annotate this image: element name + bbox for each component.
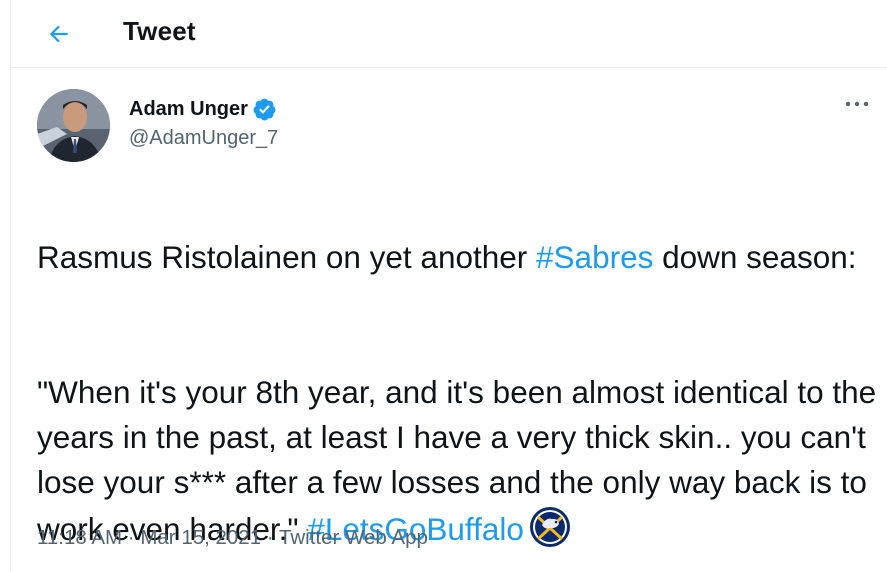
back-arrow-icon — [49, 25, 68, 43]
author-handle[interactable]: @AdamUnger_7 — [129, 127, 278, 150]
more-options-button[interactable] — [845, 91, 869, 113]
tweet-text-segment: Rasmus Ristolainen on yet another — [37, 239, 537, 275]
page-title: Tweet — [123, 16, 196, 46]
meta-separator: · — [122, 526, 141, 549]
hashtag-sabres-link[interactable]: #Sabres — [536, 239, 653, 275]
more-dots-icon — [845, 101, 869, 107]
author-display-name[interactable]: Adam Unger — [129, 98, 248, 121]
tweet-paragraph-2: "When it's your 8th year, and it's been … — [37, 370, 887, 552]
tweet-text-segment: down season: — [653, 239, 857, 275]
page-header: Tweet — [11, 0, 887, 68]
buffalo-sabres-logo-icon — [529, 507, 570, 547]
tweet-time[interactable]: 11:18 AM — [37, 526, 122, 549]
tweet-author: Adam Unger @AdamUnger_7 — [37, 89, 877, 163]
tweet-text: Rasmus Ristolainen on yet another #Sabre… — [37, 190, 887, 572]
verified-badge-icon — [253, 98, 276, 121]
meta-separator: · — [261, 526, 279, 549]
tweet-source[interactable]: Twitter Web App — [279, 526, 428, 549]
avatar[interactable] — [37, 89, 110, 162]
tweet-meta: 11:18 AM · Mar 15, 2021 · Twitter Web Ap… — [37, 526, 428, 550]
name-row: Adam Unger — [129, 97, 277, 122]
tweet-paragraph-1: Rasmus Ristolainen on yet another #Sabre… — [37, 235, 887, 280]
back-button[interactable] — [39, 14, 79, 54]
tweet-date[interactable]: Mar 15, 2021 — [140, 526, 261, 549]
tweet-detail-panel: Tweet Adam Unger @AdamUnger_7 Rasmus Ris… — [10, 0, 887, 572]
